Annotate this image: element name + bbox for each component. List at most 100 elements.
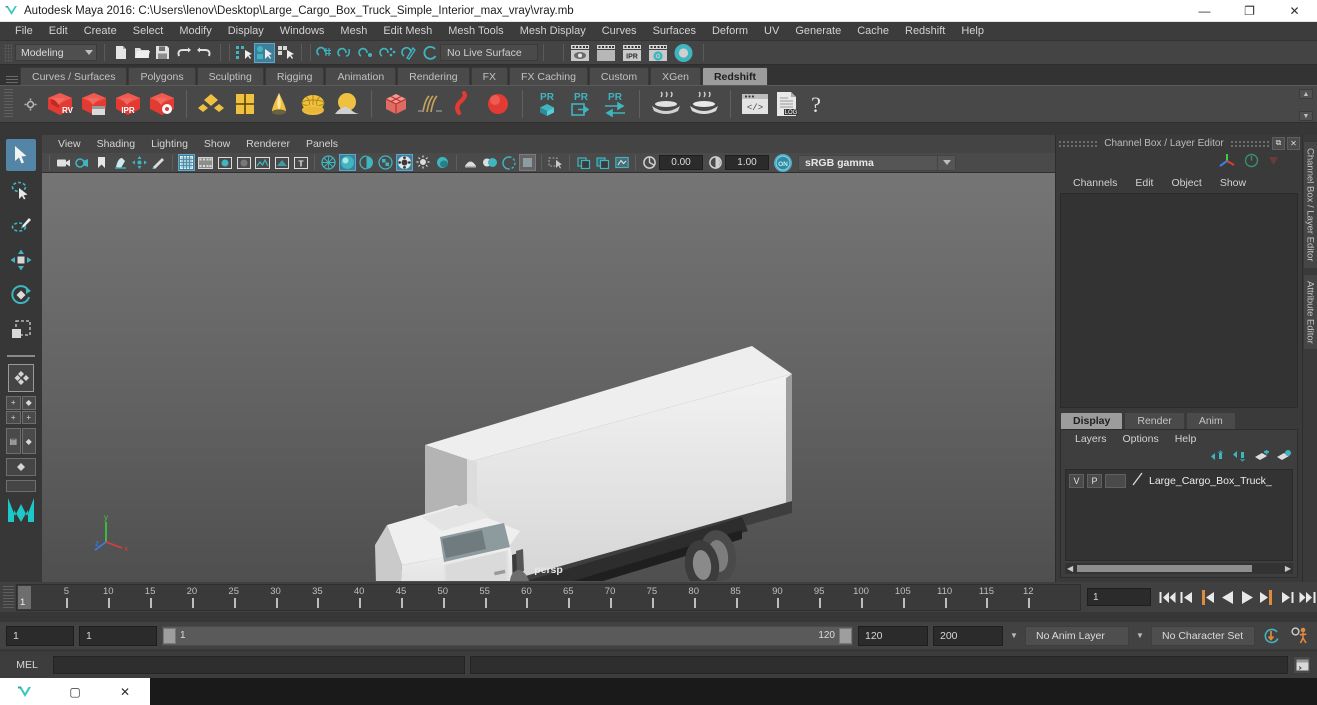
- image-plane-icon[interactable]: [112, 154, 129, 171]
- redshift-ies-light-icon[interactable]: [330, 87, 364, 121]
- panel-drag-handle-right[interactable]: [1230, 139, 1270, 147]
- scroll-left-icon[interactable]: ◀: [1065, 564, 1075, 573]
- undock-icon[interactable]: ⧉: [1272, 136, 1285, 150]
- paint-select-tool[interactable]: [6, 209, 36, 241]
- two-pane-layout[interactable]: ▤ ◆: [6, 428, 36, 454]
- lasso-select-tool[interactable]: [6, 174, 36, 206]
- render-frame-icon[interactable]: [593, 43, 619, 63]
- viewport-menu-item-show[interactable]: Show: [196, 135, 238, 153]
- pane-bottom-right[interactable]: +: [21, 410, 36, 424]
- redshift-dome-light-icon[interactable]: [296, 87, 330, 121]
- step-forward-keyframe-icon[interactable]: [1277, 586, 1297, 608]
- move-layer-up-icon[interactable]: [1210, 449, 1225, 465]
- color-management-field[interactable]: sRGB gamma: [798, 154, 938, 171]
- layer-color-swatch[interactable]: [1132, 472, 1143, 489]
- menu-item-cache[interactable]: Cache: [849, 22, 897, 41]
- viewport-menu-item-panels[interactable]: Panels: [298, 135, 346, 153]
- redshift-render-settings-icon[interactable]: [145, 87, 179, 121]
- shelf-tab-fx-caching[interactable]: FX Caching: [509, 67, 588, 85]
- menu-item-mesh[interactable]: Mesh: [332, 22, 375, 41]
- shelf-tab-curves-surfaces[interactable]: Curves / Surfaces: [20, 67, 128, 85]
- menu-item-deform[interactable]: Deform: [704, 22, 756, 41]
- shelf-tab-animation[interactable]: Animation: [325, 67, 397, 85]
- layer-playback-toggle[interactable]: P: [1087, 473, 1102, 488]
- maximize-button[interactable]: ❐: [1227, 0, 1272, 22]
- proxy-export-icon[interactable]: PR: [564, 87, 598, 121]
- go-to-end-icon[interactable]: [1297, 586, 1317, 608]
- redshift-spot-light-icon[interactable]: [262, 87, 296, 121]
- layer-menu-item-options[interactable]: Options: [1115, 430, 1167, 448]
- viewport-menu-item-shading[interactable]: Shading: [89, 135, 144, 153]
- resolution-gate-icon[interactable]: [216, 154, 233, 171]
- minimize-button[interactable]: —: [1182, 0, 1227, 22]
- menu-item-edit-mesh[interactable]: Edit Mesh: [375, 22, 440, 41]
- scroll-right-icon[interactable]: ▶: [1283, 564, 1293, 573]
- snap-point-icon[interactable]: [356, 43, 377, 63]
- redshift-area-light-icon[interactable]: [194, 87, 228, 121]
- screen-space-ao-icon[interactable]: [434, 154, 451, 171]
- redshift-ipr-icon[interactable]: IPR: [111, 87, 145, 121]
- menu-item-surfaces[interactable]: Surfaces: [645, 22, 704, 41]
- shelf-tab-fx[interactable]: FX: [470, 67, 509, 85]
- script-editor-icon[interactable]: </>: [738, 87, 772, 121]
- speed-gauge-icon[interactable]: [1244, 153, 1259, 171]
- shelf-scroll-down-icon[interactable]: ▼: [1299, 111, 1313, 121]
- range-start-time-field[interactable]: 1: [79, 625, 157, 646]
- restore-window-icon[interactable]: ▢: [60, 678, 90, 705]
- save-scene-icon[interactable]: [152, 43, 173, 63]
- auto-keyframe-icon[interactable]: [1260, 627, 1282, 645]
- anim-layer-field[interactable]: No Anim Layer: [1025, 625, 1129, 646]
- layer-shading-toggle[interactable]: [1105, 473, 1126, 488]
- manipulator-axis-icon[interactable]: [1219, 153, 1236, 171]
- shadows-icon[interactable]: [415, 154, 432, 171]
- proxy-swap-icon[interactable]: PR: [598, 87, 632, 121]
- smooth-shade-icon[interactable]: [339, 154, 356, 171]
- select-camera-icon[interactable]: [55, 154, 72, 171]
- shelf-tab-rigging[interactable]: Rigging: [264, 67, 325, 85]
- redshift-render-sequence-icon[interactable]: [77, 87, 111, 121]
- bake-all-icon[interactable]: [685, 87, 723, 121]
- bake-set-icon[interactable]: [647, 87, 685, 121]
- menu-item-file[interactable]: File: [7, 22, 41, 41]
- shelf-tab-sculpting[interactable]: Sculpting: [196, 67, 264, 85]
- character-set-dropdown-icon[interactable]: ▼: [1134, 626, 1146, 646]
- persp-outliner-layout[interactable]: [6, 480, 36, 492]
- pane-top-left[interactable]: +: [6, 396, 21, 410]
- menu-set-selector[interactable]: Modeling: [15, 44, 97, 61]
- shelf-tab-polygons[interactable]: Polygons: [128, 67, 196, 85]
- shelf-tab-grip[interactable]: [6, 76, 18, 85]
- script-editor-icon[interactable]: [1293, 656, 1311, 674]
- xray-icon[interactable]: [273, 154, 290, 171]
- menu-item-redshift[interactable]: Redshift: [897, 22, 953, 41]
- shelf-scroll-up-icon[interactable]: ▲: [1299, 89, 1313, 99]
- select-hierarchy-icon[interactable]: [233, 43, 254, 63]
- new-scene-icon[interactable]: [110, 43, 131, 63]
- play-backwards-icon[interactable]: [1217, 586, 1237, 608]
- panel-drag-handle-left[interactable]: [1058, 139, 1098, 147]
- single-pane-layout[interactable]: [8, 364, 34, 392]
- texture-border-icon[interactable]: T: [292, 154, 309, 171]
- channel-box-menu-item-edit[interactable]: Edit: [1126, 173, 1162, 193]
- render-settings-icon[interactable]: [645, 43, 671, 63]
- anim-layer-dropdown-icon[interactable]: ▼: [1008, 626, 1020, 646]
- select-tool[interactable]: [6, 139, 36, 171]
- make-live-icon[interactable]: [419, 43, 440, 63]
- four-pane-layout[interactable]: + ◆ + +: [6, 396, 36, 424]
- redshift-hair-icon[interactable]: [413, 87, 447, 121]
- render-view-icon[interactable]: [567, 43, 593, 63]
- tab-channel-box-layer-editor[interactable]: Channel Box / Layer Editor: [1302, 141, 1317, 269]
- proxy-create-icon[interactable]: PR: [530, 87, 564, 121]
- scroll-thumb[interactable]: [1077, 565, 1253, 572]
- maya-taskbar-icon[interactable]: [10, 678, 40, 705]
- shelf-options-icon[interactable]: [17, 87, 43, 121]
- layer-menu-item-help[interactable]: Help: [1167, 430, 1205, 448]
- snap-grid-icon[interactable]: [314, 43, 335, 63]
- motion-blur-icon[interactable]: [462, 154, 479, 171]
- menu-item-edit[interactable]: Edit: [41, 22, 76, 41]
- pane-outliner[interactable]: ▤: [6, 428, 21, 454]
- menu-item-windows[interactable]: Windows: [272, 22, 333, 41]
- step-back-frame-icon[interactable]: [1197, 586, 1217, 608]
- color-management-toggle-icon[interactable]: ON: [774, 153, 792, 172]
- range-start-handle[interactable]: [163, 627, 176, 644]
- live-surface-field[interactable]: No Live Surface: [440, 44, 538, 61]
